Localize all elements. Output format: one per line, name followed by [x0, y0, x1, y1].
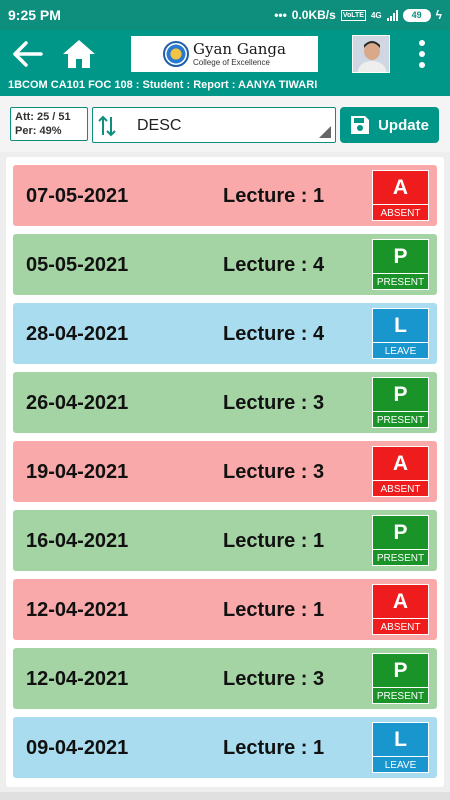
signal-icon: [386, 9, 398, 21]
attendance-row[interactable]: 07-05-2021 Lecture : 1 A ABSENT: [13, 165, 437, 226]
record-date: 07-05-2021: [26, 185, 129, 207]
status-badge: A ABSENT: [372, 584, 429, 635]
attendance-row[interactable]: 19-04-2021 Lecture : 3 A ABSENT: [13, 441, 437, 502]
controls-bar: Att: 25 / 51 Per: 49% DESC Update: [0, 96, 450, 152]
record-date: 12-04-2021: [26, 599, 129, 621]
record-date: 16-04-2021: [26, 530, 129, 552]
sort-order-select[interactable]: DESC: [92, 107, 336, 143]
attendance-row[interactable]: 05-05-2021 Lecture : 4 P PRESENT: [13, 234, 437, 295]
status-label: LEAVE: [373, 756, 428, 773]
status-badge: P PRESENT: [372, 653, 429, 704]
record-lecture: Lecture : 3: [223, 461, 325, 483]
record-lecture: Lecture : 4: [223, 323, 325, 345]
charging-icon: ϟ: [435, 8, 442, 22]
status-time: 9:25 PM: [8, 7, 61, 23]
status-badge: P PRESENT: [372, 377, 429, 428]
status-label: LEAVE: [373, 342, 428, 359]
attendance-percent: Per: 49%: [15, 125, 62, 137]
record-date: 09-04-2021: [26, 737, 129, 759]
status-bar: 9:25 PM ••• 0.0KB/s VoLTE 4G 49 ϟ: [0, 0, 450, 30]
back-arrow-icon[interactable]: [12, 40, 44, 68]
dropdown-caret-icon: [319, 126, 331, 138]
attendance-row[interactable]: 16-04-2021 Lecture : 1 P PRESENT: [13, 510, 437, 571]
college-logo: Gyan Ganga College of Excellence: [131, 36, 318, 72]
status-code: A: [392, 176, 409, 199]
update-button[interactable]: Update: [340, 107, 439, 143]
status-label: PRESENT: [373, 273, 428, 290]
network-type: 4G: [370, 10, 382, 20]
status-code: L: [394, 728, 407, 751]
attendance-list: 07-05-2021 Lecture : 1 A ABSENT 05-05-20…: [6, 157, 444, 787]
record-lecture: Lecture : 4: [223, 254, 325, 276]
record-lecture: Lecture : 3: [223, 668, 325, 690]
status-label: PRESENT: [373, 411, 428, 428]
user-photo-icon: [353, 36, 389, 72]
status-badge: L LEAVE: [372, 722, 429, 773]
attendance-count: Att: 25 / 51: [15, 111, 71, 123]
net-speed: 0.0KB/s: [291, 8, 336, 22]
attendance-row[interactable]: 26-04-2021 Lecture : 3 P PRESENT: [13, 372, 437, 433]
status-badge: A ABSENT: [372, 446, 429, 497]
logo-tagline: College of Excellence: [193, 57, 270, 67]
college-emblem-icon: [163, 41, 190, 67]
sort-icon: [98, 115, 116, 137]
record-date: 26-04-2021: [26, 392, 129, 414]
page-subtitle: 1BCOM CA101 FOC 108 : Student : Report :…: [8, 79, 318, 91]
status-code: A: [392, 590, 409, 613]
status-label: ABSENT: [373, 204, 428, 221]
bottom-edge: [0, 792, 450, 800]
logo-name: Gyan Ganga: [193, 39, 286, 58]
attendance-row[interactable]: 12-04-2021 Lecture : 3 P PRESENT: [13, 648, 437, 709]
record-date: 19-04-2021: [26, 461, 129, 483]
save-icon: [351, 116, 370, 134]
attendance-summary: Att: 25 / 51 Per: 49%: [10, 107, 88, 141]
status-badge: P PRESENT: [372, 239, 429, 290]
record-date: 28-04-2021: [26, 323, 129, 345]
status-code: P: [393, 245, 408, 268]
record-lecture: Lecture : 1: [223, 599, 325, 621]
record-lecture: Lecture : 3: [223, 392, 325, 414]
status-label: ABSENT: [373, 480, 428, 497]
record-lecture: Lecture : 1: [223, 530, 325, 552]
status-code: P: [393, 521, 408, 544]
status-indicators: ••• 0.0KB/s VoLTE 4G 49 ϟ: [274, 8, 442, 22]
status-label: PRESENT: [373, 549, 428, 566]
battery-icon: 49: [402, 8, 431, 22]
status-code: L: [394, 314, 407, 337]
status-badge: P PRESENT: [372, 515, 429, 566]
record-date: 05-05-2021: [26, 254, 129, 276]
more-menu-icon[interactable]: [414, 40, 430, 68]
status-badge: L LEAVE: [372, 308, 429, 359]
status-label: ABSENT: [373, 618, 428, 635]
record-lecture: Lecture : 1: [223, 185, 325, 207]
status-code: P: [393, 659, 408, 682]
record-date: 12-04-2021: [26, 668, 129, 690]
record-lecture: Lecture : 1: [223, 737, 325, 759]
attendance-row[interactable]: 12-04-2021 Lecture : 1 A ABSENT: [13, 579, 437, 640]
dots-icon: •••: [274, 8, 287, 22]
avatar[interactable]: [352, 35, 390, 73]
status-label: PRESENT: [373, 687, 428, 704]
attendance-row[interactable]: 09-04-2021 Lecture : 1 L LEAVE: [13, 717, 437, 778]
app-bar: Gyan Ganga College of Excellence 1BCOM C…: [0, 30, 450, 96]
volte-icon: VoLTE: [340, 9, 366, 21]
sort-value: DESC: [137, 117, 182, 134]
update-label: Update: [378, 116, 429, 134]
status-badge: A ABSENT: [372, 170, 429, 221]
attendance-row[interactable]: 28-04-2021 Lecture : 4 L LEAVE: [13, 303, 437, 364]
home-icon[interactable]: [62, 38, 96, 70]
status-code: A: [392, 452, 409, 475]
status-code: P: [393, 383, 408, 406]
